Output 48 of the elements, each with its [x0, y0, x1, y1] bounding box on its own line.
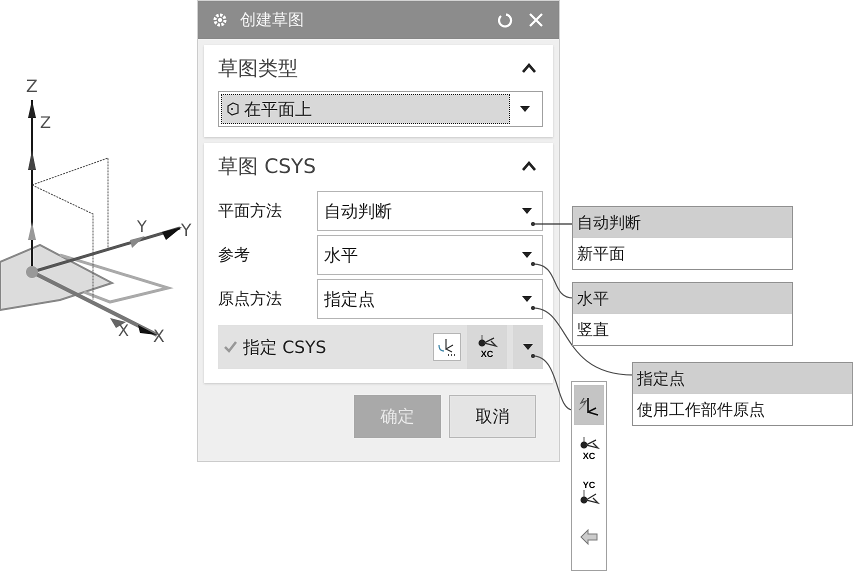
dropdown-value: 在平面上 — [221, 94, 510, 124]
axis-label: Y — [181, 221, 192, 241]
specify-csys-label: 指定 CSYS — [243, 336, 326, 358]
point-xc-button[interactable]: XC — [467, 325, 507, 369]
point-icon — [578, 490, 600, 506]
section-title: 草图类型 — [218, 54, 298, 82]
csys-icon — [436, 337, 458, 357]
leader-line — [531, 222, 573, 226]
window-title: 创建草图 — [240, 10, 305, 30]
dropdown-arrow-icon — [522, 296, 532, 302]
option-dropdown[interactable]: 指定点 — [317, 279, 543, 319]
list-option[interactable]: 新平面 — [573, 238, 792, 269]
option-dropdown[interactable]: 自动判断 — [317, 191, 543, 231]
field-label: 平面方法 — [218, 200, 283, 222]
leader-line — [531, 262, 574, 299]
collapse-chevron-icon[interactable] — [521, 160, 537, 172]
list-option[interactable]: 竖直 — [573, 314, 792, 345]
back-arrow-icon — [580, 529, 598, 545]
axis-label: X — [118, 321, 129, 340]
csys-dialog-button[interactable] — [433, 333, 461, 361]
section-title: 草图 CSYS — [218, 152, 316, 180]
settings-icon[interactable] — [212, 12, 228, 28]
plane-icon — [226, 102, 240, 116]
list-option[interactable]: 水平 — [573, 283, 792, 314]
dialog-button[interactable]: 取消 — [449, 395, 536, 438]
sketch-type-dropdown[interactable]: 在平面上 — [218, 91, 543, 127]
caret-icon — [523, 344, 533, 350]
axis-label: Z — [26, 77, 38, 97]
list-option[interactable]: 自动判断 — [573, 207, 792, 238]
reset-icon[interactable] — [497, 12, 513, 28]
close-icon[interactable] — [529, 13, 543, 27]
collapse-chevron-icon[interactable] — [521, 62, 537, 74]
axis-label: Y — [137, 217, 147, 236]
field-label: 参考 — [218, 244, 251, 266]
dropdown-arrow-icon — [520, 106, 530, 112]
dropdown-arrow-button[interactable] — [513, 325, 543, 369]
option-dropdown[interactable]: 水平 — [317, 235, 543, 275]
dropdown-arrow-icon — [522, 252, 532, 258]
axis-label: Z — [40, 113, 51, 132]
dropdown-arrow-icon — [522, 208, 532, 214]
csys-option-button[interactable] — [574, 385, 604, 425]
point-icon — [578, 437, 600, 451]
field-label: 原点方法 — [218, 288, 283, 310]
csys-option-button[interactable]: XC — [574, 429, 604, 469]
axis-label: X — [153, 327, 165, 347]
csys-option-button[interactable]: YC — [574, 473, 604, 513]
list-option[interactable]: 使用工作部件原点 — [633, 394, 852, 425]
list-option[interactable]: 指定点 — [633, 363, 852, 394]
